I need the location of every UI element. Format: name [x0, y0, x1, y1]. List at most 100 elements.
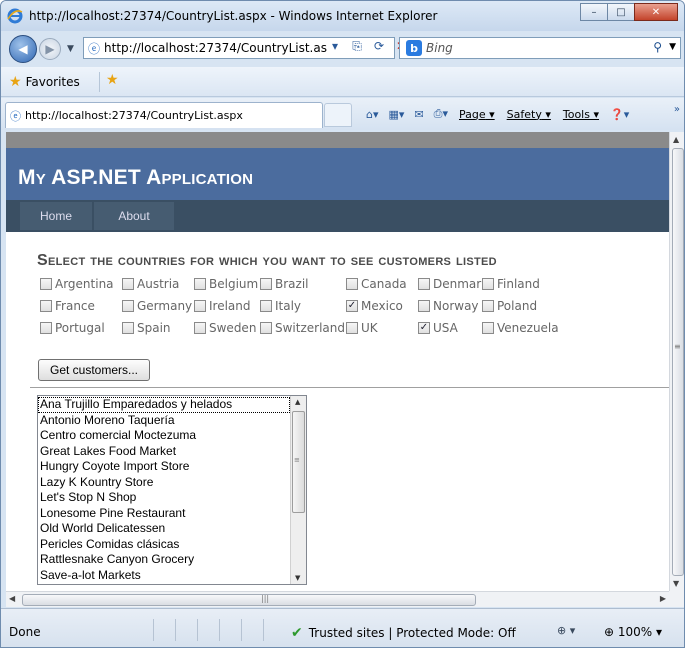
magnifier-icon[interactable]: ⚲ [653, 40, 662, 54]
close-window-button[interactable]: ✕ [634, 3, 678, 21]
page-scroll-up-icon[interactable]: ▲ [673, 135, 679, 144]
address-dropdown-icon[interactable]: ▾ [324, 39, 346, 54]
country-checkbox-germany[interactable]: Germany [122, 298, 192, 314]
country-checkbox-denmark[interactable]: Denmark [418, 276, 488, 292]
bing-logo-icon: b [406, 40, 422, 56]
home-icon[interactable]: ⌂▾ [366, 108, 379, 121]
page-horizontal-scrollbar[interactable]: ◀ ||| ▶ [6, 591, 669, 607]
checkbox-box[interactable]: ✓ [418, 322, 430, 334]
get-customers-button[interactable]: Get customers... [38, 359, 150, 381]
scroll-down-icon[interactable]: ▼ [295, 574, 300, 582]
menu-item-about[interactable]: About [94, 202, 174, 230]
country-checkbox-mexico[interactable]: ✓ Mexico [346, 298, 403, 314]
checkbox-box[interactable] [122, 322, 134, 334]
page-menu[interactable]: Page ▾ [459, 108, 495, 121]
country-checkbox-argentina[interactable]: Argentina [40, 276, 114, 292]
favorites-button[interactable]: ★ Favorites [9, 74, 80, 90]
page-horizontal-thumb[interactable]: ||| [22, 594, 476, 606]
list-item[interactable]: Split Rail Beer & Ale [38, 583, 290, 584]
safety-menu[interactable]: Safety ▾ [507, 108, 551, 121]
refresh-icon[interactable]: ⟳ [368, 39, 390, 54]
print-icon[interactable]: ⎙▾ [434, 107, 448, 121]
checkbox-box[interactable] [418, 278, 430, 290]
list-item[interactable]: Lazy K Kountry Store [38, 475, 290, 491]
checkbox-box[interactable] [194, 300, 206, 312]
menu-item-home[interactable]: Home [20, 202, 92, 230]
new-tab-button[interactable] [324, 103, 352, 127]
country-checkbox-poland[interactable]: Poland [482, 298, 537, 314]
page-vertical-thumb[interactable] [672, 148, 684, 576]
country-checkbox-sweden[interactable]: Sweden [194, 320, 256, 336]
country-checkbox-ireland[interactable]: Ireland [194, 298, 251, 314]
checkbox-box[interactable] [40, 300, 52, 312]
checkbox-box[interactable]: ✓ [346, 300, 358, 312]
checkbox-box[interactable] [194, 322, 206, 334]
checkbox-box[interactable] [482, 278, 494, 290]
list-item[interactable]: Centro comercial Moctezuma [38, 428, 290, 444]
country-checkbox-austria[interactable]: Austria [122, 276, 179, 292]
recent-pages-dropdown[interactable]: ▼ [67, 44, 74, 54]
country-checkbox-italy[interactable]: Italy [260, 298, 301, 314]
checkbox-box[interactable] [482, 322, 494, 334]
checkbox-box[interactable] [122, 300, 134, 312]
country-checkbox-belgium[interactable]: Belgium [194, 276, 258, 292]
back-button[interactable]: ◀ [9, 35, 37, 63]
window-controls: – □ ✕ [580, 3, 678, 21]
security-zone[interactable]: ✔ Trusted sites | Protected Mode: Off [291, 625, 516, 641]
active-tab[interactable]: ⓔ http://localhost:27374/CountryList.asp… [5, 102, 323, 128]
checkbox-box[interactable] [260, 300, 272, 312]
country-checkbox-spain[interactable]: Spain [122, 320, 171, 336]
country-checkbox-uk[interactable]: UK [346, 320, 378, 336]
protected-mode-icon[interactable]: ⊕ ▾ [557, 624, 575, 637]
zoom-level[interactable]: ⊕ 100% ▾ [604, 625, 662, 639]
checkbox-box[interactable] [346, 322, 358, 334]
help-icon[interactable]: ❓▾ [610, 108, 629, 121]
page-scroll-down-icon[interactable]: ▼ [673, 579, 679, 588]
search-box[interactable]: b Bing ⚲ ▼ [399, 37, 681, 59]
country-checkbox-venezuela[interactable]: Venezuela [482, 320, 559, 336]
country-checkbox-finland[interactable]: Finland [482, 276, 540, 292]
checkbox-box[interactable] [260, 278, 272, 290]
list-item[interactable]: Antonio Moreno Taquería [38, 413, 290, 429]
checkbox-box[interactable] [260, 322, 272, 334]
list-item[interactable]: Great Lakes Food Market [38, 444, 290, 460]
country-checkbox-canada[interactable]: Canada [346, 276, 407, 292]
list-item[interactable]: Lonesome Pine Restaurant [38, 506, 290, 522]
more-commands-icon[interactable]: » [674, 104, 680, 115]
list-item[interactable]: Rattlesnake Canyon Grocery [38, 552, 290, 568]
maximize-button[interactable]: □ [607, 3, 635, 21]
feeds-icon[interactable]: ▦▾ [389, 108, 405, 121]
checkbox-box[interactable] [418, 300, 430, 312]
list-item[interactable]: Pericles Comidas clásicas [38, 537, 290, 553]
forward-button[interactable]: ▶ [39, 38, 61, 60]
list-item[interactable]: Let's Stop N Shop [38, 490, 290, 506]
add-to-favorites-bar-button[interactable]: ★ [99, 72, 125, 92]
list-item[interactable]: Old World Delicatessen [38, 521, 290, 537]
mail-icon[interactable]: ✉ [414, 108, 423, 121]
checkbox-box[interactable] [122, 278, 134, 290]
scroll-up-icon[interactable]: ▲ [295, 398, 300, 406]
list-item[interactable]: Ana Trujillo Emparedados y helados [38, 397, 290, 413]
country-checkbox-norway[interactable]: Norway [418, 298, 479, 314]
checkbox-box[interactable] [40, 278, 52, 290]
search-options-icon[interactable]: ▼ [669, 42, 676, 52]
checkbox-box[interactable] [40, 322, 52, 334]
country-checkbox-switzerland[interactable]: Switzerland [260, 320, 345, 336]
customers-listbox[interactable]: Ana Trujillo Emparedados y helados Antoni… [37, 395, 307, 585]
checkbox-box[interactable] [482, 300, 494, 312]
country-checkbox-usa[interactable]: ✓ USA [418, 320, 458, 336]
page-scroll-right-icon[interactable]: ▶ [660, 594, 666, 603]
minimize-button[interactable]: – [580, 3, 608, 21]
compatibility-view-icon[interactable]: ⎘ [346, 39, 368, 54]
checkbox-box[interactable] [194, 278, 206, 290]
country-checkbox-portugal[interactable]: Portugal [40, 320, 105, 336]
listbox-scrollbar[interactable]: ▲ ≡ ▼ [290, 396, 306, 584]
page-vertical-scrollbar[interactable]: ▲ ≡ ▼ [669, 132, 684, 591]
page-scroll-left-icon[interactable]: ◀ [9, 594, 15, 603]
tools-menu[interactable]: Tools ▾ [563, 108, 599, 121]
list-item[interactable]: Hungry Coyote Import Store [38, 459, 290, 475]
country-checkbox-brazil[interactable]: Brazil [260, 276, 309, 292]
country-checkbox-france[interactable]: France [40, 298, 95, 314]
checkbox-box[interactable] [346, 278, 358, 290]
list-item[interactable]: Save-a-lot Markets [38, 568, 290, 584]
